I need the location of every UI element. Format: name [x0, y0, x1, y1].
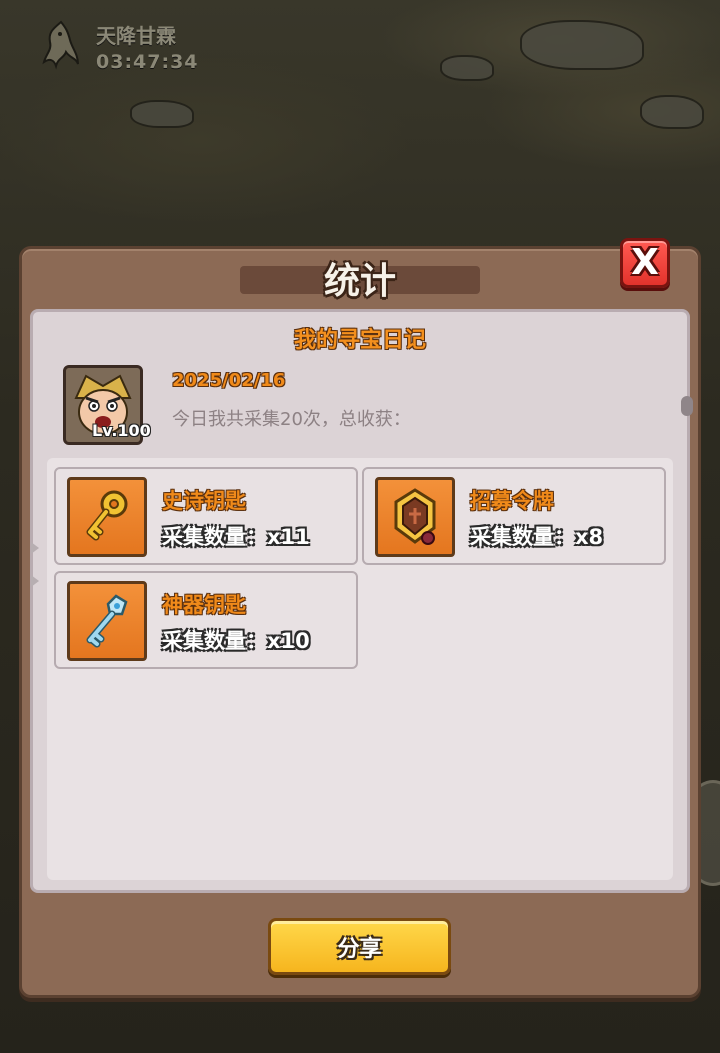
- background-rock: [520, 20, 644, 70]
- item-icon-frame: [67, 581, 147, 661]
- side-arrow-icon: [31, 575, 39, 587]
- item-name: 神器钥匙: [162, 593, 246, 617]
- collection-summary: 今日我共采集20次，总收获：: [172, 409, 411, 430]
- close-button[interactable]: X: [620, 238, 670, 288]
- item-name: 招募令牌: [470, 489, 554, 513]
- close-icon: X: [631, 242, 659, 283]
- artifact-key-icon: [86, 594, 128, 648]
- recruit-token-icon: [394, 488, 436, 545]
- item-count: 采集数量：x11: [162, 525, 310, 549]
- background-rock: [130, 100, 194, 128]
- avatar-level-label: Lv.100: [92, 421, 151, 440]
- diary-title: 我的寻宝日记: [293, 328, 426, 353]
- item-card[interactable]: 招募令牌 采集数量：x8: [362, 467, 666, 565]
- item-icon-frame: [375, 477, 455, 557]
- item-count: 采集数量：x10: [162, 629, 310, 653]
- dragon-event-icon: [42, 20, 79, 70]
- item-name: 史诗钥匙: [162, 489, 246, 513]
- item-card[interactable]: 史诗钥匙 采集数量：x11: [54, 467, 358, 565]
- item-count: 采集数量：x8: [470, 525, 604, 549]
- diary-date: 2025/02/16: [172, 370, 286, 391]
- dialog-title: 统计: [323, 261, 396, 302]
- event-timer-widget[interactable]: 天降甘霖 03:47:34: [36, 18, 199, 74]
- event-name: 天降甘霖: [96, 23, 176, 48]
- side-arrow-icon: [31, 542, 39, 554]
- share-button-label: 分享: [337, 936, 382, 962]
- background-rock: [440, 55, 494, 81]
- background-rock: [640, 95, 704, 129]
- event-countdown: 03:47:34: [96, 50, 199, 73]
- scrollbar-handle[interactable]: [681, 396, 693, 416]
- golden-key-icon: [86, 490, 128, 541]
- share-button[interactable]: 分享: [268, 918, 451, 975]
- item-icon-frame: [67, 477, 147, 557]
- item-card[interactable]: 神器钥匙 采集数量：x10: [54, 571, 358, 669]
